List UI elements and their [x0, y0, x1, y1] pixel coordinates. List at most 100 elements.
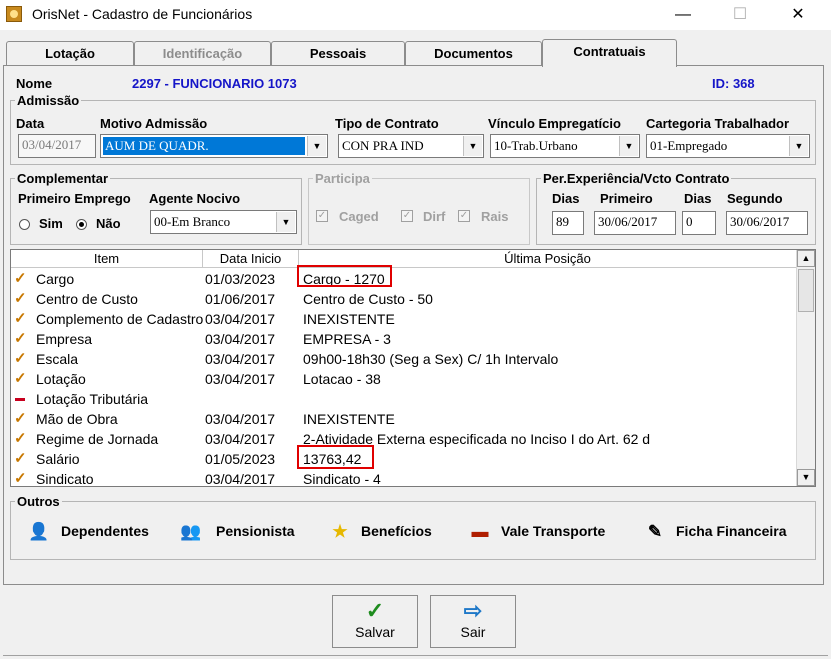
check-icon: ✓ — [14, 350, 27, 367]
table-row[interactable]: Lotação Tributária — [11, 389, 797, 409]
minus-icon — [15, 398, 25, 401]
bus-icon: ▬ — [471, 522, 489, 541]
outros-legend: Outros — [17, 494, 60, 509]
sim-label: Sim — [39, 216, 63, 231]
column-header-data-inicio[interactable]: Data Inicio — [203, 250, 299, 268]
motivo-admissao-select[interactable]: AUM DE QUADR. ▼ — [100, 134, 328, 158]
dias2-label: Dias — [684, 191, 712, 206]
agente-nocivo-label: Agente Nocivo — [149, 191, 241, 206]
tab-documentos[interactable]: Documentos — [405, 41, 542, 65]
row-item: Empresa — [36, 331, 93, 347]
salvar-button[interactable]: ✓ Salvar — [332, 595, 418, 648]
motivo-label: Motivo Admissão — [100, 116, 208, 131]
dirf-checkbox[interactable]: ✓ — [401, 210, 413, 222]
caged-checkbox[interactable]: ✓ — [316, 210, 328, 222]
tipo-contrato-value: CON PRA IND — [342, 138, 424, 153]
table-row[interactable]: ✓ Centro de Custo 01/06/2017 Centro de Cust… — [11, 289, 797, 309]
sair-label: Sair — [460, 624, 486, 640]
rais-checkbox[interactable]: ✓ — [458, 210, 470, 222]
table-row[interactable]: ✓ Escala 03/04/2017 09h00-18h30 (Seg a Sex)… — [11, 349, 797, 369]
table-row[interactable]: ✓ Lotação 03/04/2017 Lotacao - 38 — [11, 369, 797, 389]
highlight-box-cargo — [297, 265, 392, 287]
row-posicao: INEXISTENTE — [303, 311, 395, 327]
check-icon: ✓ — [14, 410, 27, 427]
vinculo-select[interactable]: 10-Trab.Urbano ▼ — [490, 134, 640, 158]
segundo-field[interactable]: 30/06/2017 — [726, 211, 808, 235]
sair-button[interactable]: ⇨ Sair — [430, 595, 516, 648]
row-data: 01/05/2023 — [205, 451, 276, 467]
dias-field[interactable]: 89 — [552, 211, 584, 235]
check-icon: ✓ — [365, 598, 385, 623]
vale-transporte-button[interactable]: ▬ Vale Transporte — [469, 513, 619, 549]
complementar-legend: Complementar — [17, 171, 109, 186]
row-data: 03/04/2017 — [205, 431, 276, 447]
bottom-divider — [3, 655, 828, 656]
row-posicao: Centro de Custo - 50 — [303, 291, 433, 307]
experiencia-legend: Per.Experiência/Vcto Contrato — [543, 171, 730, 186]
check-icon: ✓ — [14, 470, 27, 487]
chevron-down-icon: ▼ — [619, 136, 638, 156]
dias2-field[interactable]: 0 — [682, 211, 716, 235]
vinculo-label: Vínculo Empregatício — [488, 116, 621, 131]
admissao-legend: Admissão — [17, 93, 80, 108]
pensionista-button[interactable]: 👥 Pensionista — [180, 513, 304, 549]
column-header-item[interactable]: Item — [11, 250, 203, 268]
vinculo-value: 10-Trab.Urbano — [494, 138, 578, 153]
check-icon: ✓ — [14, 310, 27, 327]
row-item: Sindicato — [36, 471, 94, 486]
caged-label: Caged — [339, 209, 379, 224]
categoria-select[interactable]: 01-Empregado ▼ — [646, 134, 810, 158]
dependentes-button[interactable]: 👤 Dependentes — [28, 513, 162, 549]
nao-radio[interactable] — [76, 219, 87, 230]
window-title: OrisNet - Cadastro de Funcionários — [32, 6, 253, 22]
table-row[interactable]: ✓ Regime de Jornada 03/04/2017 2-Atividade … — [11, 429, 797, 449]
rais-label: Rais — [481, 209, 509, 224]
ficha-financeira-icon: ✎ — [647, 522, 663, 541]
check-icon: ✓ — [14, 370, 27, 387]
table-row[interactable]: ✓ Complemento de Cadastro 03/04/2017 INEXIS… — [11, 309, 797, 329]
tab-identificacao[interactable]: Identificação — [134, 41, 271, 65]
pensionista-icon: 👥 — [180, 522, 202, 541]
tab-contratuais[interactable]: Contratuais — [542, 39, 677, 67]
grid-scrollbar[interactable]: ▲ ▼ — [796, 250, 815, 486]
sim-radio[interactable] — [19, 219, 30, 230]
salvar-label: Salvar — [355, 624, 395, 640]
tab-pessoais[interactable]: Pessoais — [271, 41, 405, 65]
agente-nocivo-select[interactable]: 00-Em Branco ▼ — [150, 210, 297, 234]
chevron-down-icon: ▼ — [463, 136, 482, 156]
table-row[interactable]: ✓ Salário 01/05/2023 13763,42 — [11, 449, 797, 469]
maximize-button[interactable]: ☐ — [717, 2, 763, 28]
scroll-up-icon[interactable]: ▲ — [797, 250, 815, 267]
dependentes-icon: 👤 — [28, 522, 50, 541]
table-row[interactable]: ✓ Empresa 03/04/2017 EMPRESA - 3 — [11, 329, 797, 349]
participa-group: Participa — [308, 171, 530, 245]
data-admissao-field[interactable]: 03/04/2017 — [18, 134, 96, 158]
arrow-right-icon: ⇨ — [463, 598, 483, 623]
scroll-down-icon[interactable]: ▼ — [797, 469, 815, 486]
beneficios-button[interactable]: ★ Benefícios — [329, 513, 443, 549]
data-label: Data — [16, 116, 45, 131]
row-posicao: 09h00-18h30 (Seg a Sex) C/ 1h Intervalo — [303, 351, 559, 367]
minimize-button[interactable]: — — [660, 2, 706, 28]
table-row[interactable]: ✓ Cargo 01/03/2023 Cargo - 1270 — [11, 269, 797, 289]
row-data: 03/04/2017 — [205, 331, 276, 347]
chevron-down-icon: ▼ — [789, 136, 808, 156]
app-icon — [6, 6, 22, 22]
beneficios-label: Benefícios — [361, 523, 432, 539]
historico-grid[interactable]: Item Data Inicio Última Posição ✓ Cargo 01… — [10, 249, 816, 487]
ficha-financeira-button[interactable]: ✎ Ficha Financeira — [644, 513, 796, 549]
tab-lotacao[interactable]: Lotação — [6, 41, 134, 65]
row-item: Salário — [36, 451, 80, 467]
scroll-thumb[interactable] — [798, 269, 814, 312]
row-data: 03/04/2017 — [205, 411, 276, 427]
tipo-contrato-select[interactable]: CON PRA IND ▼ — [338, 134, 484, 158]
close-button[interactable]: ✕ — [775, 2, 821, 28]
primeiro-field[interactable]: 30/06/2017 — [594, 211, 676, 235]
row-data: 03/04/2017 — [205, 311, 276, 327]
dirf-label: Dirf — [423, 209, 446, 224]
categoria-label: Cartegoria Trabalhador — [646, 116, 790, 131]
star-icon: ★ — [332, 522, 348, 541]
dependentes-label: Dependentes — [61, 523, 149, 539]
table-row[interactable]: ✓ Mão de Obra 03/04/2017 INEXISTENTE — [11, 409, 797, 429]
table-row[interactable]: ✓ Sindicato 03/04/2017 Sindicato - 4 — [11, 469, 797, 487]
